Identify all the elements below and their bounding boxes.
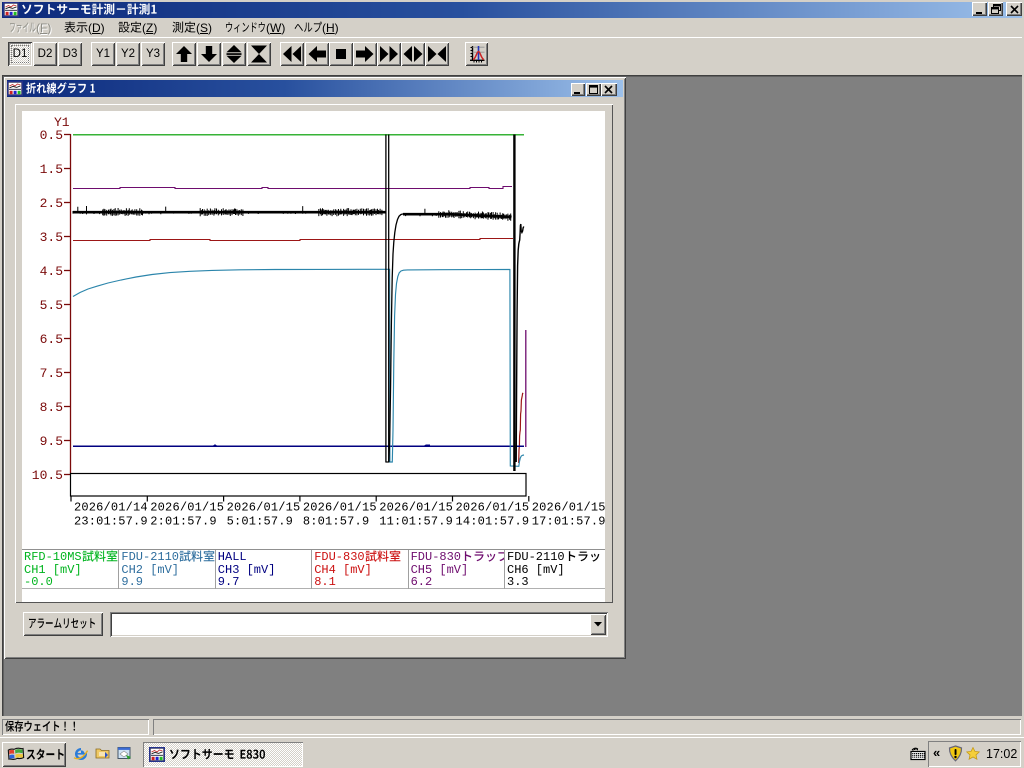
svg-text:2026/01/15: 2026/01/15 [150,501,224,515]
svg-text:10.5: 10.5 [32,468,63,483]
svg-text:6.5: 6.5 [40,332,63,347]
svg-text:4.5: 4.5 [40,264,63,279]
svg-text:8:01:57.9: 8:01:57.9 [303,515,369,529]
svg-text:2026/01/15: 2026/01/15 [379,501,453,515]
svg-text:11:01:57.9: 11:01:57.9 [379,515,453,529]
svg-text:2.5: 2.5 [40,196,63,211]
svg-text:8.5: 8.5 [40,400,63,415]
svg-text:2026/01/15: 2026/01/15 [532,501,605,515]
svg-text:2026/01/15: 2026/01/15 [456,501,530,515]
svg-text:5.5: 5.5 [40,298,63,313]
svg-text:9.5: 9.5 [40,434,63,449]
svg-text:2026/01/15: 2026/01/15 [227,501,301,515]
svg-text:1.5: 1.5 [40,162,63,177]
svg-text:23:01:57.9: 23:01:57.9 [74,515,148,529]
svg-text:Y1: Y1 [54,115,70,130]
svg-text:2026/01/15: 2026/01/15 [303,501,377,515]
svg-text:7.5: 7.5 [40,366,63,381]
svg-text:17:01:57.9: 17:01:57.9 [532,515,605,529]
svg-text:3.5: 3.5 [40,230,63,245]
svg-text:0.5: 0.5 [40,128,63,143]
svg-text:2:01:57.9: 2:01:57.9 [150,515,216,529]
svg-text:5:01:57.9: 5:01:57.9 [227,515,293,529]
svg-text:2026/01/14: 2026/01/14 [74,501,148,515]
svg-text:14:01:57.9: 14:01:57.9 [456,515,530,529]
